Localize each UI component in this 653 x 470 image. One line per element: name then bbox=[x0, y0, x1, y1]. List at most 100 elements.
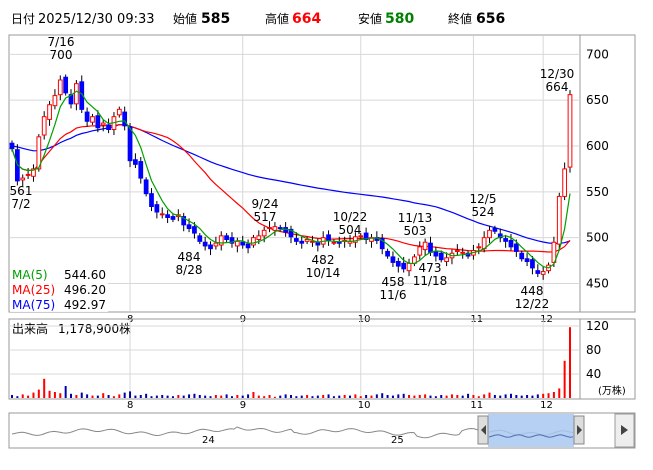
svg-text:11/6: 11/6 bbox=[380, 288, 407, 302]
volume-bar bbox=[53, 392, 56, 398]
volume-bar bbox=[327, 394, 330, 398]
volume-bar bbox=[542, 393, 545, 398]
volume-bar bbox=[461, 395, 464, 398]
candlestick bbox=[143, 177, 149, 197]
volume-month-label: 11 bbox=[470, 400, 483, 411]
volume-bar bbox=[171, 396, 174, 398]
volume-bar bbox=[70, 393, 73, 398]
price-tick-label: 650 bbox=[586, 93, 609, 107]
volume-bar bbox=[359, 396, 362, 398]
volume-bar bbox=[338, 395, 341, 398]
volume-bar bbox=[493, 395, 496, 398]
svg-text:7/2: 7/2 bbox=[11, 197, 30, 211]
volume-bar bbox=[354, 394, 357, 398]
svg-text:492.97: 492.97 bbox=[64, 298, 106, 312]
svg-text:MA(25): MA(25) bbox=[12, 283, 55, 297]
volume-bar bbox=[139, 395, 142, 398]
navigator-right-handle[interactable] bbox=[573, 415, 585, 445]
volume-month-label: 12 bbox=[540, 400, 553, 411]
candlestick bbox=[567, 90, 573, 173]
volume-bar bbox=[526, 395, 529, 398]
high-label: 高値 bbox=[265, 11, 289, 26]
svg-text:503: 503 bbox=[404, 224, 427, 238]
volume-bar bbox=[445, 395, 448, 398]
volume-bar bbox=[75, 395, 78, 398]
volume-bar bbox=[21, 394, 24, 398]
svg-text:482: 482 bbox=[312, 253, 335, 267]
svg-text:473: 473 bbox=[419, 261, 442, 275]
volume-bar bbox=[509, 393, 512, 398]
price-annotation: 7/16700 bbox=[48, 35, 75, 62]
volume-bar bbox=[209, 396, 212, 398]
svg-text:496.20: 496.20 bbox=[64, 283, 106, 297]
volume-bar bbox=[536, 394, 539, 398]
price-annotation: 4848/28 bbox=[176, 250, 203, 277]
svg-text:504: 504 bbox=[339, 223, 362, 237]
volume-bar bbox=[504, 394, 507, 398]
legend-item-ma25: MA(25) 496.20 bbox=[10, 282, 108, 297]
svg-text:9/24: 9/24 bbox=[252, 197, 279, 211]
volume-bar bbox=[225, 394, 228, 398]
volume-bar bbox=[96, 395, 99, 398]
volume-bar bbox=[37, 389, 40, 398]
volume-bar bbox=[123, 392, 126, 398]
svg-text:7/16: 7/16 bbox=[48, 35, 75, 49]
navigator-selection[interactable] bbox=[488, 414, 574, 447]
volume-bar bbox=[198, 395, 201, 398]
volume-bar bbox=[563, 360, 566, 398]
volume-bar bbox=[520, 395, 523, 398]
volume-bar bbox=[48, 390, 51, 398]
navigator-scroll-right-button[interactable] bbox=[614, 413, 635, 448]
volume-month-label: 10 bbox=[358, 400, 371, 411]
price-annotation: 5617/2 bbox=[10, 184, 33, 211]
navigator[interactable]: 24 25 bbox=[8, 412, 636, 449]
navigator-year-24: 24 bbox=[202, 435, 215, 446]
legend-item-ma5: MA(5) 544.60 bbox=[10, 267, 108, 282]
volume-bar bbox=[177, 395, 180, 398]
price-annotation: 9/24517 bbox=[252, 197, 279, 224]
volume-bar bbox=[91, 395, 94, 398]
svg-text:MA(75): MA(75) bbox=[12, 298, 55, 312]
volume-bar bbox=[11, 395, 13, 398]
stock-chart: 日付 2025/12/30 09:33 始値 585 高値 664 安値 580… bbox=[0, 0, 653, 470]
price-tick-label: 600 bbox=[586, 139, 609, 153]
volume-title: 出来高 bbox=[12, 321, 48, 336]
volume-bar bbox=[279, 395, 282, 398]
volume-bar bbox=[134, 395, 137, 398]
close-label: 終値 bbox=[448, 11, 472, 26]
volume-bar bbox=[220, 395, 223, 398]
volume-bar bbox=[397, 394, 400, 398]
volume-bar bbox=[80, 392, 83, 398]
svg-text:448: 448 bbox=[521, 284, 544, 298]
svg-text:524: 524 bbox=[472, 205, 495, 219]
volume-bar bbox=[290, 395, 292, 398]
volume-bar bbox=[236, 395, 239, 398]
volume-bar bbox=[375, 394, 378, 398]
volume-bar bbox=[365, 395, 368, 398]
volume-tick-label: 120 bbox=[586, 319, 609, 333]
volume-bar bbox=[204, 395, 207, 398]
volume-bar bbox=[257, 395, 260, 398]
volume-bar bbox=[32, 392, 35, 398]
volume-bar bbox=[370, 395, 373, 398]
volume-bar bbox=[311, 396, 314, 398]
volume-bar bbox=[306, 395, 309, 398]
volume-bar bbox=[59, 393, 62, 398]
volume-bar bbox=[472, 395, 475, 398]
volume-value: 1,178,900株 bbox=[58, 321, 131, 336]
volume-bar bbox=[467, 393, 470, 398]
svg-text:12/30: 12/30 bbox=[540, 67, 575, 81]
volume-bar bbox=[418, 395, 421, 398]
volume-month-label: 9 bbox=[240, 400, 246, 411]
volume-bar bbox=[129, 391, 132, 398]
svg-text:458: 458 bbox=[382, 275, 405, 289]
high-value: 664 bbox=[292, 11, 321, 27]
svg-text:484: 484 bbox=[178, 250, 201, 264]
svg-text:561: 561 bbox=[10, 184, 33, 198]
navigator-left-handle[interactable] bbox=[477, 415, 489, 445]
volume-bar bbox=[450, 394, 453, 398]
navigator-year-25: 25 bbox=[391, 435, 404, 446]
svg-text:700: 700 bbox=[50, 48, 73, 62]
volume-bar bbox=[381, 393, 384, 398]
low-label: 安値 bbox=[358, 11, 382, 26]
